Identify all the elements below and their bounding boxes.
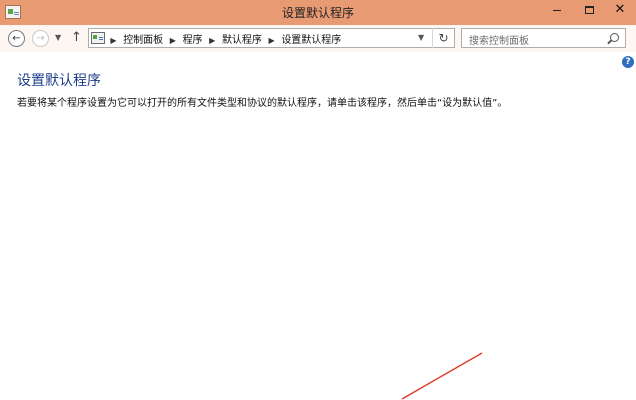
refresh-button[interactable]: ↻ <box>432 28 454 48</box>
breadcrumb-separator-icon[interactable]: ▶ <box>265 36 278 45</box>
breadcrumb-separator-icon[interactable]: ▶ <box>166 36 179 45</box>
search-input[interactable]: 搜索控制面板 <box>461 28 626 48</box>
up-button[interactable]: ↑ <box>71 30 82 45</box>
navigation-bar: ← → ▼ ↑ ▶ 控制面板 ▶ 程序 ▶ 默认程序 ▶ 设置默认程序 ▼ ↻ … <box>0 25 636 52</box>
recent-locations-dropdown-icon[interactable]: ▼ <box>55 33 61 42</box>
back-button[interactable]: ← <box>8 30 25 47</box>
maximize-icon <box>584 6 594 14</box>
control-panel-icon <box>91 32 105 44</box>
close-button[interactable]: ✕ <box>604 0 636 20</box>
breadcrumb-separator-icon[interactable]: ▶ <box>206 36 219 45</box>
title-bar[interactable]: 设置默认程序 ✕ <box>0 0 636 25</box>
breadcrumb-set-default-programs[interactable]: 设置默认程序 <box>281 35 341 46</box>
search-icon[interactable] <box>610 33 619 42</box>
breadcrumb-control-panel[interactable]: 控制面板 <box>123 35 163 46</box>
window-title: 设置默认程序 <box>281 6 354 20</box>
page-description: 若要将某个程序设置为它可以打开的所有文件类型和协议的默认程序，请单击该程序，然后… <box>17 98 508 109</box>
breadcrumb-separator-icon[interactable]: ▶ <box>107 36 120 45</box>
minimize-button[interactable] <box>542 0 572 20</box>
address-bar[interactable]: ▶ 控制面板 ▶ 程序 ▶ 默认程序 ▶ 设置默认程序 ▼ ↻ <box>88 28 455 48</box>
annotation-arrow-line <box>401 352 483 400</box>
breadcrumb: ▶ 控制面板 ▶ 程序 ▶ 默认程序 ▶ 设置默认程序 <box>107 31 341 46</box>
breadcrumb-default-programs[interactable]: 默认程序 <box>222 35 262 46</box>
minimize-icon <box>553 9 561 11</box>
search-placeholder: 搜索控制面板 <box>469 36 529 47</box>
page-title: 设置默认程序 <box>17 73 101 89</box>
breadcrumb-programs[interactable]: 程序 <box>183 35 203 46</box>
help-icon[interactable]: ? <box>622 56 634 68</box>
address-dropdown-icon[interactable]: ▼ <box>418 33 424 42</box>
maximize-button[interactable] <box>574 0 604 20</box>
forward-button[interactable]: → <box>32 30 49 47</box>
